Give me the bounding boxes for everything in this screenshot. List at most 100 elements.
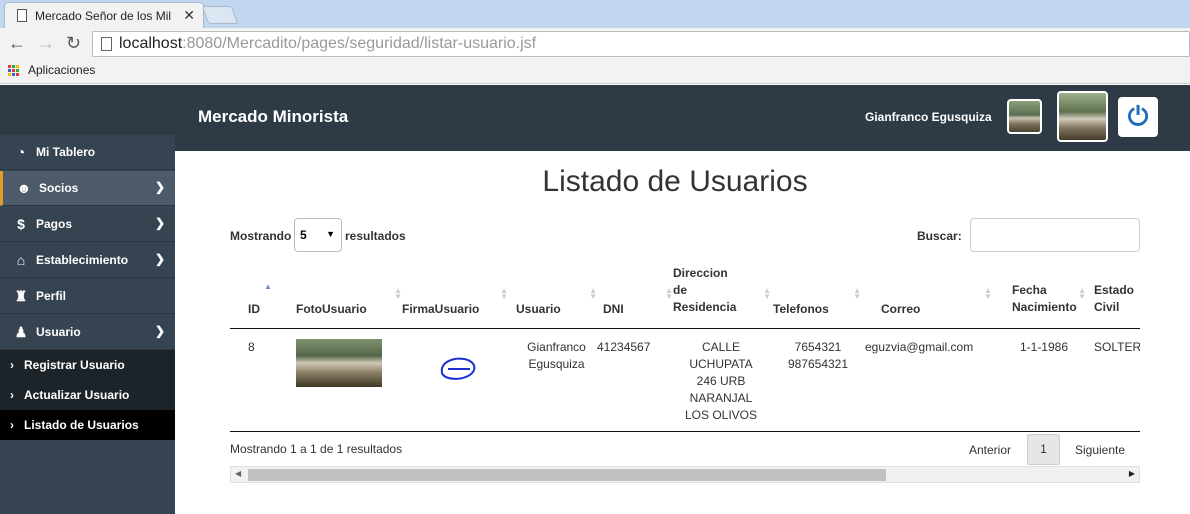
sidebar-subitem-label: Registrar Usuario: [24, 358, 125, 372]
sort-icon: ▲ ▼: [665, 285, 673, 301]
top-navbar: Mercado Minorista Gianfranco Egusquiza ⏻: [0, 85, 1190, 151]
chevron-down-icon: ❯: [154, 324, 165, 338]
bookmark-apps[interactable]: Aplicaciones: [28, 63, 95, 77]
column-header-estado[interactable]: Estado Civil: [1094, 259, 1140, 329]
horizontal-scrollbar[interactable]: ◀ ▶: [230, 466, 1140, 483]
column-header-dni[interactable]: DNI ▲ ▼: [597, 259, 673, 329]
sidebar-subitem-actualizar[interactable]: › Actualizar Usuario: [0, 380, 175, 410]
chevron-right-icon: ›: [10, 358, 14, 372]
scroll-left-icon[interactable]: ◀: [235, 469, 241, 478]
column-header-usuario[interactable]: Usuario ▲ ▼: [516, 259, 597, 329]
page-icon: [17, 9, 27, 22]
browser-tab-strip: Mercado Señor de los Mil ✕: [0, 0, 1190, 28]
browser-tab-title: Mercado Señor de los Mil: [35, 9, 172, 23]
sidebar-item-label: Perfil: [36, 289, 67, 303]
url-field[interactable]: localhost:8080/Mercadito/pages/seguridad…: [92, 31, 1190, 57]
sort-icon: ▲ ▼: [763, 285, 771, 301]
user-name[interactable]: Gianfranco Egusquiza: [865, 110, 992, 124]
chevron-down-icon: ❯: [154, 252, 165, 266]
cell-firma: [402, 328, 516, 424]
cell-estado-value: SOLTERO: [1094, 339, 1140, 354]
column-header-label: Direccion de Residencia: [673, 265, 737, 314]
users-table: ID ▲ FotoUsuario ▲ ▼ FirmaUsuario ▲ ▼ Usuario…: [230, 259, 1140, 424]
signature-image: [440, 357, 476, 380]
sidebar-item-label: Establecimiento: [36, 253, 129, 267]
sort-icon: ▲ ▼: [984, 285, 992, 301]
column-header-label: ID: [248, 301, 260, 316]
sort-icon: ▲ ▼: [500, 285, 508, 301]
cell-dni: 41234567: [597, 339, 651, 354]
browser-tab[interactable]: Mercado Señor de los Mil ✕: [4, 2, 204, 28]
sidebar-item-socios[interactable]: ☻ Socios ❯: [0, 171, 175, 206]
chevron-right-icon: ›: [10, 418, 14, 432]
column-header-label: Telefonos: [773, 301, 829, 316]
brand-title[interactable]: Mercado Minorista: [198, 107, 348, 127]
user-icon: ♟: [14, 324, 28, 340]
sidebar-item-establecimiento[interactable]: ⌂ Establecimiento ❯: [0, 243, 175, 278]
search-label: Buscar:: [917, 229, 962, 243]
url-path: :8080/Mercadito/pages/seguridad/listar-u…: [182, 35, 537, 52]
avatar-small[interactable]: [1007, 99, 1042, 134]
column-header-fecha[interactable]: Fecha Nacimiento ▲ ▼: [994, 259, 1094, 329]
search-input[interactable]: [970, 218, 1140, 252]
close-icon[interactable]: ✕: [183, 7, 195, 24]
url-host: localhost: [119, 35, 183, 52]
table-bottom-border: [230, 431, 1140, 432]
sidebar-subitem-registrar[interactable]: › Registrar Usuario: [0, 350, 175, 380]
sidebar-subitem-label: Actualizar Usuario: [24, 388, 130, 402]
column-header-firma[interactable]: FirmaUsuario ▲ ▼: [402, 259, 516, 329]
scrollbar-thumb[interactable]: [248, 469, 886, 481]
power-icon[interactable]: ⏻: [1118, 97, 1158, 137]
scroll-right-icon[interactable]: ▶: [1129, 469, 1135, 478]
sidebar-item-perfil[interactable]: ♜ Perfil: [0, 279, 175, 314]
table-info: Mostrando 1 a 1 de 1 resultados: [230, 442, 403, 456]
avatar[interactable]: [1057, 91, 1108, 142]
pagination-next[interactable]: Siguiente: [1075, 443, 1125, 457]
pagination-prev[interactable]: Anterior: [969, 443, 1011, 457]
reload-icon[interactable]: ↻: [66, 33, 81, 54]
sidebar-item-pagos[interactable]: $ Pagos ❯: [0, 207, 175, 242]
cell-fecha: 1-1-1986: [1019, 339, 1069, 354]
sidebar-item-usuario[interactable]: ♟ Usuario ❯: [0, 315, 175, 350]
user-photo[interactable]: [296, 338, 382, 387]
column-header-foto[interactable]: FotoUsuario ▲ ▼: [296, 259, 402, 329]
sidebar-item-label: Usuario: [36, 325, 81, 339]
cell-estado: SOLTERO: [1094, 328, 1140, 424]
column-header-label: DNI: [603, 301, 624, 316]
bookmarks-bar: Aplicaciones: [0, 59, 1190, 84]
pagination-page-1[interactable]: 1: [1027, 434, 1060, 465]
new-tab-button[interactable]: [201, 6, 239, 24]
sort-icon: ▲ ▼: [853, 285, 861, 301]
cell-telefonos: 7654321 987654321: [787, 339, 849, 371]
length-suffix: resultados: [345, 229, 406, 243]
sidebar-subitem-listado[interactable]: › Listado de Usuarios: [0, 410, 175, 440]
cell-direccion: CALLE UCHUPATA 246 URB NARANJAL LOS OLIV…: [684, 339, 758, 422]
column-header-telefonos[interactable]: Telefonos ▲ ▼: [773, 259, 863, 329]
address-bar-row: ← → ↻ localhost:8080/Mercadito/pages/seg…: [0, 28, 1190, 59]
dashboard-icon: ◔: [16, 144, 26, 160]
apps-icon[interactable]: [8, 65, 20, 77]
column-header-direccion[interactable]: Direccion de Residencia ▲ ▼: [673, 259, 773, 329]
column-header-label: FirmaUsuario: [402, 301, 480, 316]
page-length-select[interactable]: 5 ▼: [294, 218, 342, 252]
page-title: Listado de Usuarios: [542, 165, 808, 198]
table-row[interactable]: 8 Gianfranco Egusquiza 41234567 CALLE UC…: [230, 328, 1140, 424]
chevron-right-icon: ›: [10, 388, 14, 402]
users-icon: ☻: [16, 180, 32, 196]
column-header-label: Estado Civil: [1094, 282, 1135, 314]
back-icon[interactable]: ←: [8, 33, 26, 54]
sidebar-item-label: Mi Tablero: [36, 145, 96, 159]
column-header-label: Correo: [881, 301, 921, 316]
column-header-id[interactable]: ID ▲: [230, 259, 296, 329]
sidebar-subitem-label: Listado de Usuarios: [24, 418, 139, 432]
column-header-label: FotoUsuario: [296, 301, 367, 316]
cell-foto: [296, 328, 402, 424]
forward-icon[interactable]: →: [37, 33, 55, 54]
caret-down-icon: ▼: [326, 229, 335, 239]
page-icon: [101, 37, 112, 51]
page-length-value: 5: [300, 228, 307, 242]
sidebar-item-label: Socios: [39, 181, 79, 195]
sidebar-item-label: Pagos: [36, 217, 73, 231]
column-header-correo[interactable]: Correo ▲ ▼: [863, 259, 994, 329]
sidebar-item-tablero[interactable]: ◔ Mi Tablero: [0, 135, 175, 170]
